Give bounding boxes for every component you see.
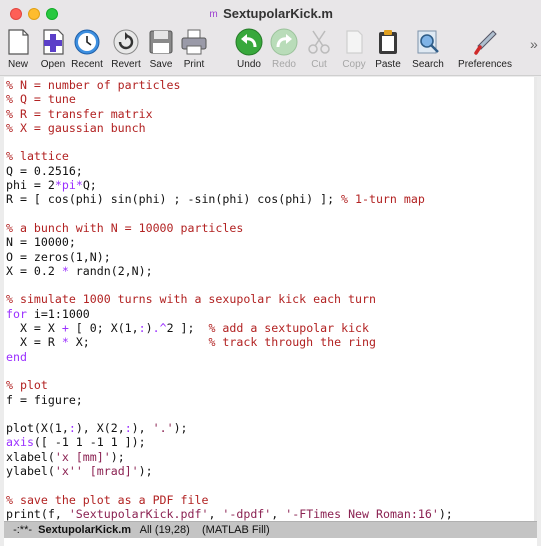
redo-icon [270,28,298,56]
code-line: O = zeros(1,N); [6,249,111,264]
editor-text-area[interactable]: % N = number of particles% Q = tune% R =… [4,77,537,521]
revert-icon [113,29,139,55]
toolbar-search-button[interactable]: Search [408,28,448,74]
window-title-area: m SextupolarKick.m [0,6,541,21]
toolbar-undo-button[interactable]: Undo [232,28,266,74]
toolbar-cut-button[interactable]: Cut [304,28,334,74]
search-icon [417,30,439,54]
toolbar-preferences-button[interactable]: Preferences [455,28,515,74]
code-line: % X = gaussian bunch [6,120,146,135]
open-file-icon [43,29,64,55]
code-line: % simulate 1000 turns with a sexupolar k… [6,292,376,307]
mode-line: -:**- SextupolarKick.m All (19,28) (MATL… [4,521,537,538]
code-line: phi = 2*pi*Q; [6,178,97,193]
toolbar-save-button[interactable]: Save [146,28,176,74]
toolbar: New Open Recent Revert Save Print Undo R… [0,26,541,76]
scissors-icon [308,30,330,54]
toolbar-open-button[interactable]: Open [36,28,70,74]
code-line: f = figure; [6,392,83,407]
toolbar-new-button[interactable]: New [3,28,33,74]
code-line: print(f, 'SextupolarKick.pdf', '-dpdf', … [6,506,453,521]
code-line: % plot [6,378,48,393]
title-bar: m SextupolarKick.m [0,0,541,26]
toolbar-revert-button[interactable]: Revert [108,28,144,74]
printer-icon [181,29,207,55]
modeline-major-mode: (MATLAB Fill) [202,524,270,536]
minibuffer[interactable] [4,538,537,546]
toolbar-overflow-chevron-icon[interactable]: » [530,36,538,52]
code-line: end [6,349,27,364]
code-line: plot(X(1,:), X(2,:), '.'); [6,421,188,436]
modeline-status: -:**- [13,524,33,536]
code-line: % R = transfer matrix [6,106,153,121]
new-file-icon [8,29,29,55]
emacs-window: m SextupolarKick.m New Open Recent Rever… [0,0,541,546]
save-disk-icon [149,30,173,54]
modeline-position: All (19,28) [139,524,190,536]
toolbar-recent-button[interactable]: Recent [68,28,106,74]
code-line: xlabel('x [mm]'); [6,449,125,464]
code-line: % Q = tune [6,92,76,107]
code-line: N = 10000; [6,235,76,250]
code-line: Q = 0.2516; [6,163,83,178]
matlab-document-icon: m [209,9,218,20]
copy-icon [346,30,363,54]
code-line: for i=1:1000 [6,306,90,321]
clipboard-icon [379,30,397,54]
code-line: % save the plot as a PDF file [6,492,209,507]
code-line: X = 0.2 * randn(2,N); [6,263,153,278]
window-title: SextupolarKick.m [223,6,333,21]
code-buffer[interactable]: % N = number of particles% Q = tune% R =… [4,77,537,521]
toolbar-print-button[interactable]: Print [178,28,210,74]
code-line: X = X + [ 0; X(1,:).^2 ]; % add a sextup… [6,321,370,336]
toolbar-paste-button[interactable]: Paste [372,28,404,74]
code-line: X = R * X; % track through the ring [6,335,376,350]
toolbar-redo-button[interactable]: Redo [268,28,300,74]
recent-clock-icon [74,29,100,55]
code-line: ylabel('x'' [mrad]'); [6,464,153,479]
toolbar-copy-button[interactable]: Copy [338,28,370,74]
code-line: R = [ cos(phi) sin(phi) ; -sin(phi) cos(… [6,192,425,207]
undo-icon [235,28,263,56]
code-line: % lattice [6,149,69,164]
modeline-buffer-name: SextupolarKick.m [38,524,132,536]
code-line: axis([ -1 1 -1 1 ]); [6,435,146,450]
code-line: % a bunch with N = 10000 particles [6,220,244,235]
wrench-icon [474,30,497,55]
code-line: % N = number of particles [6,78,181,92]
vertical-scrollbar[interactable] [534,77,537,521]
